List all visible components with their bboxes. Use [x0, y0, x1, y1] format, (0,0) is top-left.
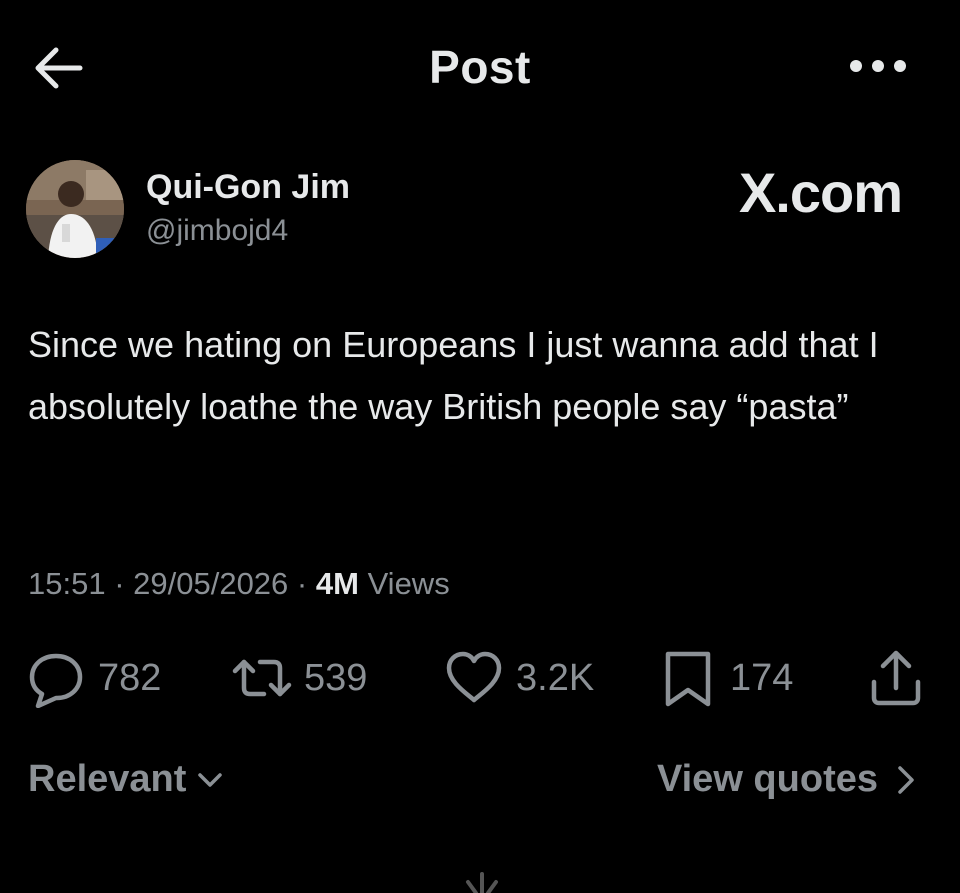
heart-icon — [446, 651, 502, 703]
post-page: Post Qui-Gon Jim @jimbojd4 X.com Since w… — [0, 0, 960, 893]
share-icon — [871, 650, 921, 706]
post-date: 29/05/2026 — [133, 566, 289, 601]
action-bar: 782 539 3.2K 174 — [0, 640, 960, 716]
views-count[interactable]: 4M — [316, 566, 359, 601]
like-button[interactable]: 3.2K — [444, 640, 594, 716]
like-count: 3.2K — [516, 656, 595, 699]
meta-separator: · — [105, 566, 134, 601]
sort-replies-dropdown[interactable]: Relevant — [28, 758, 226, 801]
more-horizontal-icon — [850, 60, 906, 72]
top-bar: Post — [0, 0, 960, 130]
views-label: Views — [367, 566, 450, 601]
meta-separator: · — [288, 566, 316, 601]
loading-spinner-icon — [466, 872, 498, 893]
bookmark-count: 174 — [730, 656, 794, 699]
sort-label: Relevant — [28, 758, 187, 800]
post-text: Since we hating on Europeans I just wann… — [28, 324, 879, 427]
chevron-right-icon — [898, 765, 914, 794]
share-button[interactable] — [866, 640, 926, 716]
post-meta: 15:51 · 29/05/2026 · 4M Views — [28, 566, 450, 602]
site-watermark: X.com — [738, 161, 903, 224]
repost-button[interactable]: 539 — [232, 640, 367, 716]
more-options-button[interactable] — [846, 48, 910, 84]
avatar-photo — [26, 160, 124, 258]
author-handle[interactable]: @jimbojd4 — [146, 214, 288, 248]
view-quotes-label: View quotes — [656, 758, 878, 800]
reply-count: 782 — [98, 656, 162, 699]
avatar[interactable] — [26, 160, 124, 258]
bookmark-button[interactable]: 174 — [658, 640, 793, 716]
post-time: 15:51 — [28, 566, 106, 601]
reply-button[interactable]: 782 — [26, 640, 161, 716]
bookmark-icon — [665, 651, 711, 707]
repost-count: 539 — [304, 656, 368, 699]
page-title: Post — [429, 41, 531, 93]
view-quotes-link[interactable]: View quotes — [657, 758, 922, 801]
reply-icon — [29, 653, 83, 708]
chevron-down-icon — [198, 772, 223, 787]
author-name[interactable]: Qui-Gon Jim — [146, 168, 350, 207]
repost-icon — [232, 659, 292, 697]
